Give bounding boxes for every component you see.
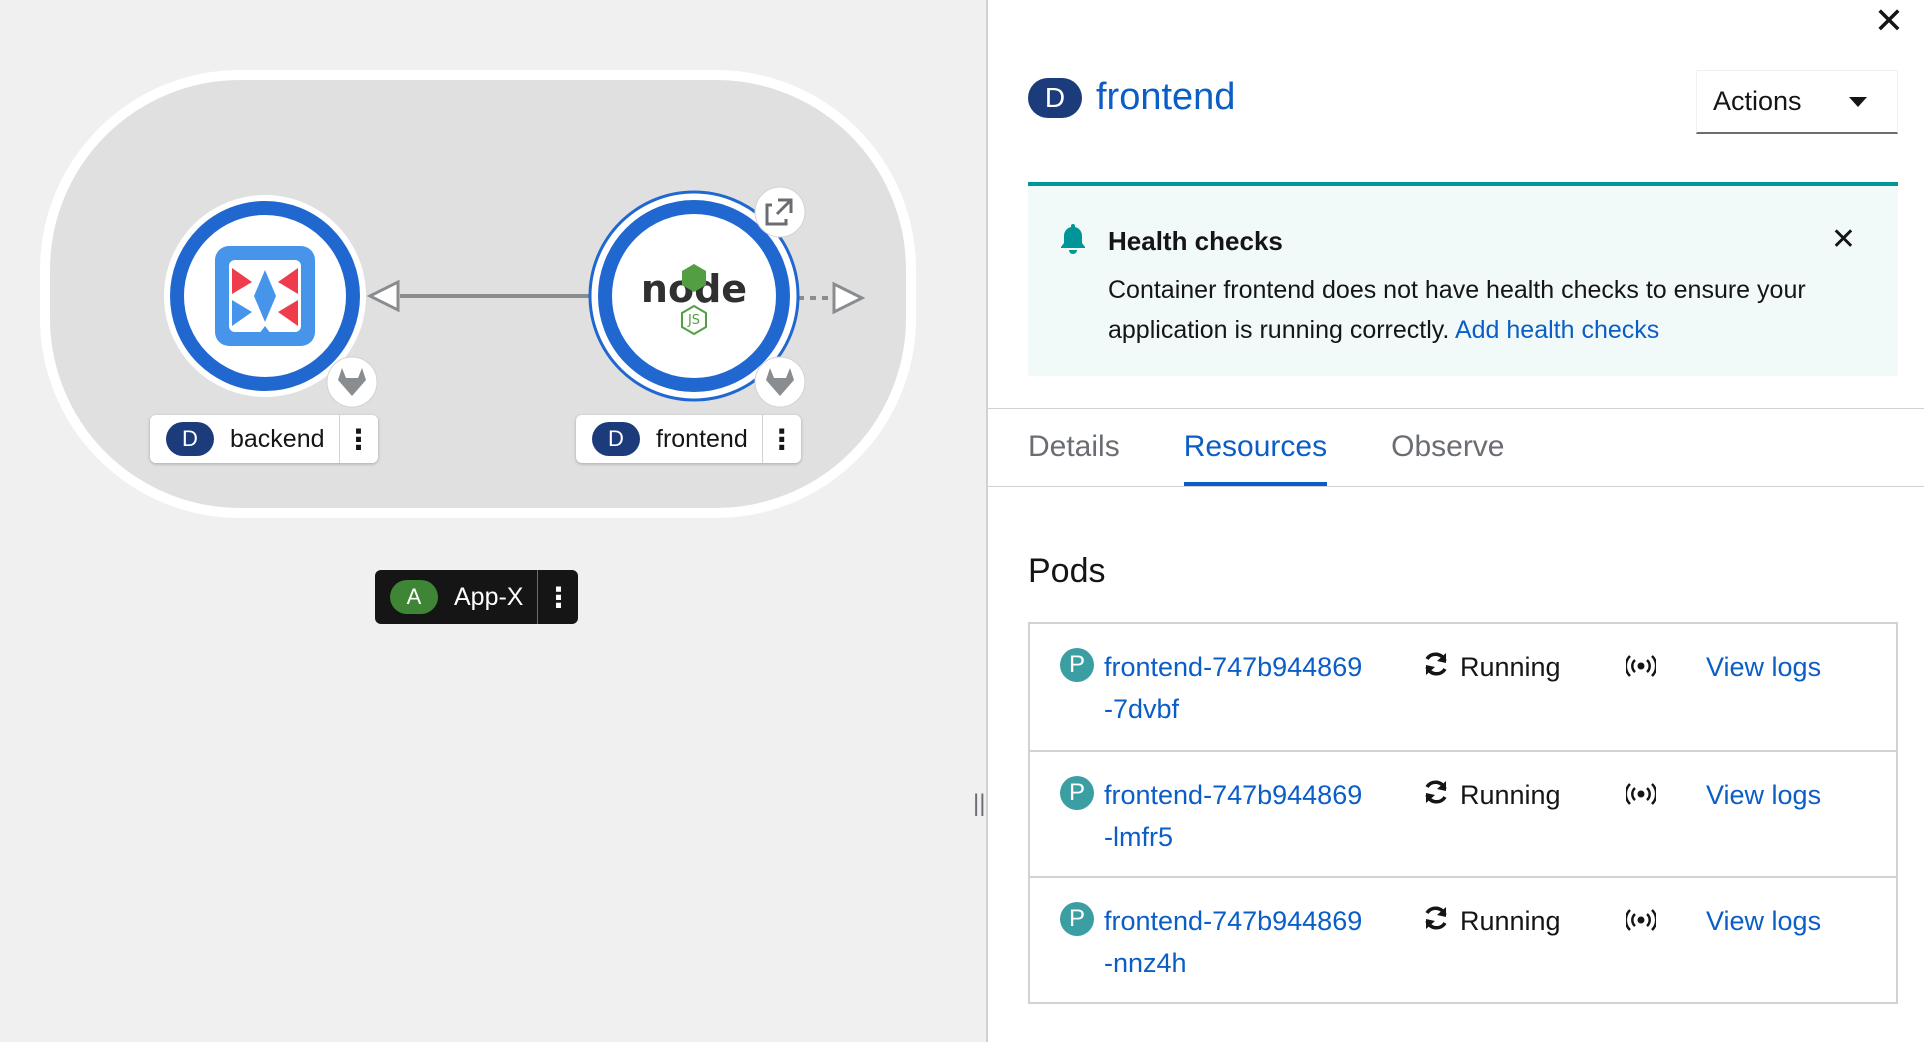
tab-resources[interactable]: Resources: [1183, 410, 1328, 486]
kebab-menu-icon[interactable]: ⋮: [338, 415, 378, 463]
list-item: P frontend-747b944869-nnz4h Running View…: [1030, 876, 1896, 1002]
list-item: P frontend-747b944869-7dvbf Running View…: [1030, 624, 1896, 750]
kebab-menu-icon[interactable]: ⋮: [761, 415, 801, 463]
side-panel: ✕ D frontend Actions Health checks ✕ Con…: [988, 0, 1924, 1042]
add-health-checks-link[interactable]: Add health checks: [1455, 316, 1659, 344]
quarkus-icon: [215, 246, 315, 346]
node-name: frontend: [656, 424, 748, 453]
pod-badge: P: [1060, 776, 1094, 810]
pod-name-link[interactable]: frontend-747b944869-lmfr5: [1104, 774, 1364, 858]
tab-observe[interactable]: Observe: [1391, 410, 1504, 486]
panel-tabs: Details Resources Observe: [1028, 410, 1569, 486]
node-name: backend: [230, 424, 325, 453]
connector-arrow: [366, 279, 400, 313]
topology-graph: node JS: [164, 186, 866, 408]
caret-down-icon: [1849, 96, 1867, 107]
page-title[interactable]: frontend: [1096, 76, 1235, 119]
pod-name-link[interactable]: frontend-747b944869-7dvbf: [1104, 646, 1364, 730]
alert-message: Container frontend does not have health …: [1108, 270, 1868, 350]
drag-handle-icon[interactable]: ||: [973, 790, 985, 818]
svg-text:JS: JS: [687, 313, 700, 328]
deployment-badge: D: [166, 422, 214, 456]
sync-icon: [1425, 780, 1447, 804]
kebab-menu-icon[interactable]: ⋮: [537, 570, 578, 624]
deployment-badge: D: [592, 422, 640, 456]
bell-icon: [1061, 224, 1085, 254]
application-name: App-X: [454, 582, 524, 611]
backend-node-label[interactable]: D backend ⋮: [150, 415, 378, 463]
actions-dropdown[interactable]: Actions: [1696, 70, 1898, 134]
actions-label: Actions: [1713, 86, 1802, 116]
pod-badge: P: [1060, 902, 1094, 936]
view-logs-link[interactable]: View logs: [1706, 900, 1821, 942]
pods-list: P frontend-747b944869-7dvbf Running View…: [1028, 622, 1898, 1004]
divider: [988, 486, 1924, 487]
health-checks-alert: Health checks ✕ Container frontend does …: [1028, 182, 1898, 376]
tab-details[interactable]: Details: [1028, 410, 1120, 486]
backend-node[interactable]: [164, 195, 378, 408]
view-logs-link[interactable]: View logs: [1706, 646, 1821, 688]
application-badge: A: [390, 580, 438, 614]
pod-status: Running: [1460, 906, 1561, 936]
broadcast-icon: [1626, 783, 1656, 805]
pod-name-link[interactable]: frontend-747b944869-nnz4h: [1104, 900, 1364, 984]
frontend-node-label[interactable]: D frontend ⋮: [576, 415, 801, 463]
alert-title: Health checks: [1108, 226, 1283, 256]
frontend-node[interactable]: node JS: [588, 186, 806, 408]
pod-status: Running: [1460, 780, 1561, 810]
panel-header: D frontend: [1028, 76, 1235, 119]
sync-icon: [1425, 652, 1447, 676]
pod-status: Running: [1460, 652, 1561, 682]
divider: [988, 408, 1924, 409]
close-icon[interactable]: ✕: [1874, 0, 1904, 42]
pod-badge: P: [1060, 648, 1094, 682]
close-icon[interactable]: ✕: [1831, 222, 1856, 257]
view-logs-link[interactable]: View logs: [1706, 774, 1821, 816]
gitlab-icon[interactable]: [326, 356, 378, 408]
deployment-badge: D: [1028, 77, 1082, 118]
gitlab-icon[interactable]: [754, 356, 806, 408]
broadcast-icon: [1626, 909, 1656, 931]
broadcast-icon: [1626, 655, 1656, 677]
topology-canvas[interactable]: node JS D backend ⋮ D frontend ⋮: [0, 0, 968, 1042]
sync-icon: [1425, 906, 1447, 930]
list-item: P frontend-747b944869-lmfr5 Running View…: [1030, 750, 1896, 876]
application-label[interactable]: A App-X ⋮: [375, 570, 579, 624]
pods-heading: Pods: [1028, 552, 1106, 590]
panel-resize-handle[interactable]: ||: [968, 0, 988, 1042]
external-link-icon[interactable]: [754, 186, 806, 238]
traffic-arrow: [832, 281, 866, 315]
